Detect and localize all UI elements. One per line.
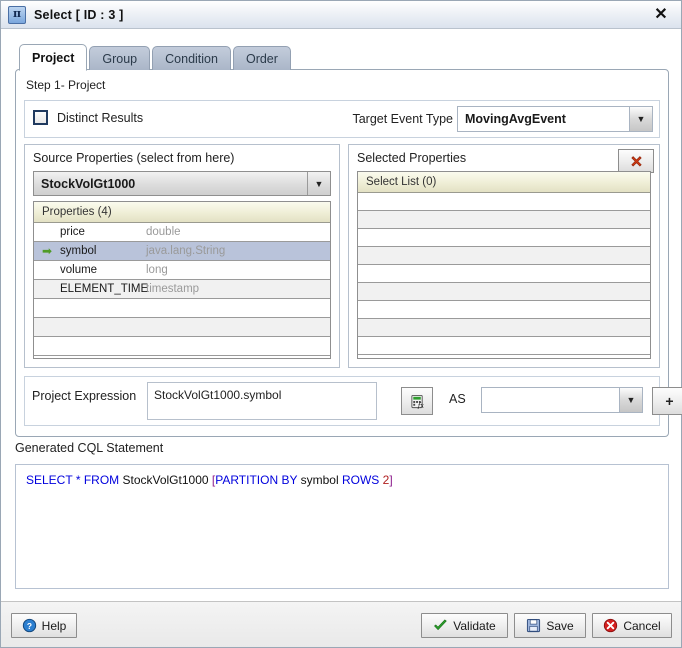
- property-type: timestamp: [146, 282, 200, 295]
- cql-token: ROWS: [341, 473, 380, 487]
- cql-token: StockVolGt1000: [119, 473, 212, 487]
- table-row[interactable]: [34, 299, 330, 318]
- tab-condition[interactable]: Condition: [152, 46, 231, 70]
- cancel-icon: [604, 618, 618, 633]
- tab-group[interactable]: Group: [89, 46, 151, 70]
- red-x-icon: [630, 155, 642, 166]
- table-row[interactable]: ELEMENT_TIME timestamp: [34, 280, 330, 299]
- project-expression-label: Project Expression: [32, 389, 137, 403]
- alias-value: [482, 388, 619, 412]
- chevron-down-icon[interactable]: ▼: [629, 107, 652, 131]
- svg-text:fx: fx: [416, 401, 423, 409]
- selected-grid-body: [358, 193, 650, 355]
- tab-project[interactable]: Project: [19, 44, 88, 71]
- cql-token: PARTITION BY: [215, 473, 298, 487]
- table-row[interactable]: [358, 319, 650, 337]
- table-row[interactable]: [358, 301, 650, 319]
- property-name: symbol: [60, 244, 97, 257]
- dialog-footer: ? Help Validate Save Cancel: [1, 601, 681, 647]
- chevron-down-icon[interactable]: ▼: [307, 172, 330, 195]
- property-type: long: [146, 263, 168, 276]
- add-projection-button[interactable]: +: [652, 387, 682, 415]
- table-row[interactable]: [358, 193, 650, 211]
- table-row[interactable]: volume long: [34, 261, 330, 280]
- selected-properties-grid: Select List (0): [357, 171, 651, 359]
- remove-selected-button[interactable]: [618, 149, 654, 173]
- checkbox-box: [33, 110, 48, 125]
- floppy-icon: [527, 618, 541, 633]
- selected-grid-header: Select List (0): [358, 172, 650, 193]
- select-dialog: π Select [ ID : 3 ] ✕ Project Group Cond…: [0, 0, 682, 648]
- table-row[interactable]: [34, 337, 330, 356]
- save-button[interactable]: Save: [514, 613, 586, 638]
- table-row[interactable]: ➡ symbol java.lang.String: [34, 242, 330, 261]
- target-event-type-label: Target Event Type: [352, 112, 453, 126]
- property-name: volume: [60, 263, 98, 276]
- table-row[interactable]: [358, 265, 650, 283]
- selected-properties-title: Selected Properties: [357, 151, 467, 165]
- target-event-type-value: MovingAvgEvent: [465, 112, 566, 126]
- table-row[interactable]: price double: [34, 223, 330, 242]
- tab-strip: Project Group Condition Order: [19, 43, 293, 71]
- svg-text:?: ?: [27, 621, 32, 631]
- source-grid-header: Properties (4): [34, 202, 330, 223]
- alias-combo[interactable]: ▼: [481, 387, 643, 413]
- table-row[interactable]: [358, 337, 650, 355]
- target-event-type-combo[interactable]: MovingAvgEvent ▼: [457, 106, 653, 132]
- source-grid-body: price double ➡ symbol java.lang.String volume…: [34, 223, 330, 356]
- expression-builder-icon: fx: [410, 394, 424, 409]
- chevron-down-icon[interactable]: ▼: [619, 388, 642, 412]
- cql-token: SELECT: [26, 473, 73, 487]
- cql-token: ]: [389, 473, 393, 487]
- validate-button[interactable]: Validate: [421, 613, 508, 638]
- distinct-results-checkbox[interactable]: Distinct Results: [33, 110, 143, 125]
- source-stream-value: StockVolGt1000: [41, 176, 136, 191]
- cancel-label: Cancel: [623, 618, 661, 633]
- help-button[interactable]: ? Help: [11, 613, 77, 638]
- title-bar: π Select [ ID : 3 ] ✕: [1, 1, 681, 29]
- table-row[interactable]: [358, 283, 650, 301]
- cql-token: FROM: [83, 473, 120, 487]
- help-label: Help: [41, 618, 67, 633]
- close-icon[interactable]: ✕: [651, 5, 671, 25]
- table-row[interactable]: [34, 318, 330, 337]
- window-title: Select [ ID : 3 ]: [34, 7, 124, 22]
- property-type: java.lang.String: [146, 244, 226, 257]
- source-stream-combo[interactable]: StockVolGt1000 ▼: [33, 171, 331, 196]
- project-expression-panel: Project Expression StockVolGt1000.symbol…: [24, 376, 682, 426]
- project-tab-panel: Step 1- Project Distinct Results Target …: [15, 69, 682, 437]
- property-type: double: [146, 225, 181, 238]
- selected-properties-panel: Selected Properties Select List (0): [348, 144, 660, 368]
- cql-token: symbol: [297, 473, 342, 487]
- save-label: Save: [546, 618, 574, 633]
- distinct-panel: Distinct Results Target Event Type Movin…: [24, 100, 660, 138]
- table-row[interactable]: [358, 247, 650, 265]
- cql-text: SELECT * FROM StockVolGt1000 [PARTITION …: [26, 473, 658, 487]
- step-label: Step 1- Project: [26, 78, 106, 92]
- tab-order[interactable]: Order: [232, 46, 291, 70]
- row-selected-arrow-icon: ➡: [41, 243, 53, 258]
- as-label: AS: [449, 392, 466, 406]
- table-row[interactable]: [358, 229, 650, 247]
- generated-cql-label: Generated CQL Statement: [15, 441, 164, 455]
- generated-cql-statement[interactable]: SELECT * FROM StockVolGt1000 [PARTITION …: [15, 464, 669, 589]
- source-properties-panel: Source Properties (select from here) Sto…: [24, 144, 340, 368]
- pi-icon: π: [8, 5, 26, 24]
- check-icon: [434, 619, 447, 631]
- help-icon: ?: [22, 618, 36, 633]
- distinct-results-label: Distinct Results: [57, 110, 144, 125]
- project-expression-input[interactable]: StockVolGt1000.symbol: [147, 382, 377, 420]
- property-name: ELEMENT_TIME: [60, 282, 149, 295]
- source-properties-grid: Properties (4) price double ➡ symbol java.la…: [33, 201, 331, 359]
- expression-builder-button[interactable]: fx: [401, 387, 433, 415]
- cancel-button[interactable]: Cancel: [592, 613, 672, 638]
- validate-label: Validate: [453, 618, 496, 633]
- property-name: price: [60, 225, 85, 238]
- source-properties-title: Source Properties (select from here): [33, 151, 235, 165]
- table-row[interactable]: [358, 211, 650, 229]
